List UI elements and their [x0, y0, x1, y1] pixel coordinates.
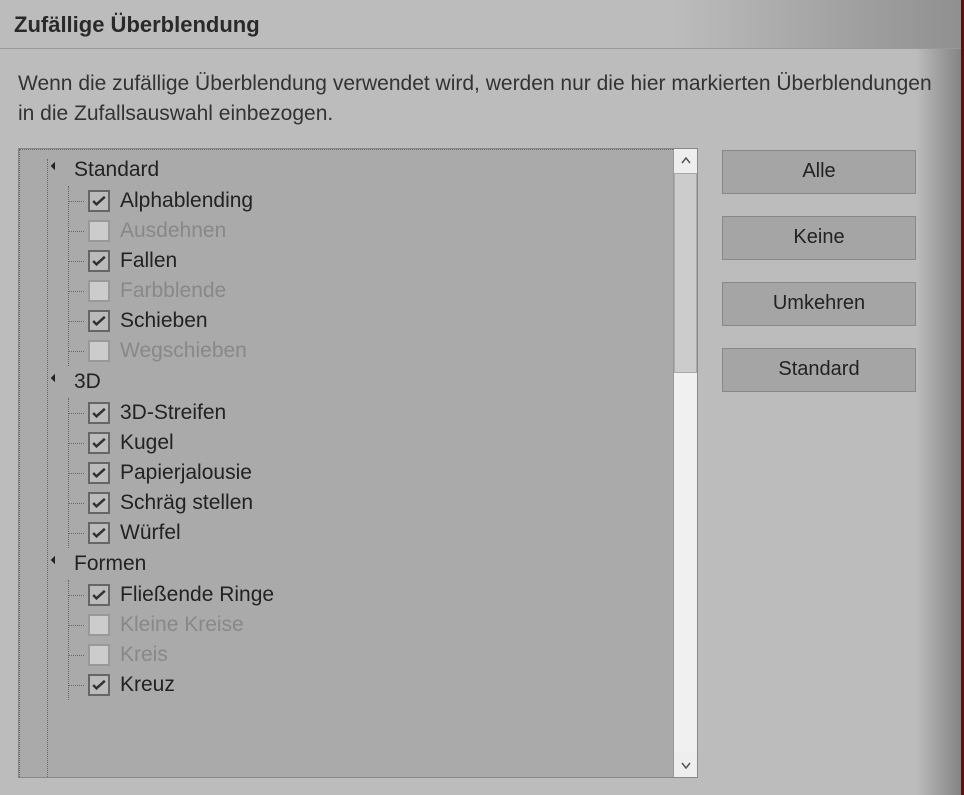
expander-icon[interactable]	[52, 559, 62, 569]
transition-tree: Standard Alphablending Ausdehnen Fallen Farb…	[18, 148, 698, 778]
group-label: Formen	[74, 552, 146, 576]
checkbox[interactable]	[88, 674, 110, 696]
item-label: Fallen	[120, 249, 177, 273]
select-all-button[interactable]: Alle	[722, 150, 916, 194]
tree-item[interactable]: Würfel	[88, 518, 673, 548]
description-text: Wenn die zufällige Überblendung verwende…	[18, 69, 943, 130]
group-label: Standard	[74, 158, 159, 182]
checkbox[interactable]	[88, 310, 110, 332]
tree-item[interactable]: 3D-Streifen	[88, 398, 673, 428]
tree-item[interactable]: Papierjalousie	[88, 458, 673, 488]
tree-item[interactable]: Schieben	[88, 306, 673, 336]
item-label: Kreis	[120, 643, 168, 667]
tree-item[interactable]: Kreuz	[88, 670, 673, 700]
invert-button[interactable]: Umkehren	[722, 282, 916, 326]
item-label: Papierjalousie	[120, 461, 252, 485]
tree-item[interactable]: Fallen	[88, 246, 673, 276]
item-label: Schräg stellen	[120, 491, 253, 515]
select-none-button[interactable]: Keine	[722, 216, 916, 260]
tree-group: Formen Fließende Ringe Kleine Kreise Kreis K…	[20, 548, 673, 700]
checkbox[interactable]	[88, 432, 110, 454]
scroll-track[interactable]	[674, 173, 697, 753]
tree-item[interactable]: Wegschieben	[88, 336, 673, 366]
tree-item[interactable]: Kreis	[88, 640, 673, 670]
checkbox[interactable]	[88, 280, 110, 302]
item-label: Würfel	[120, 521, 181, 545]
tree-item[interactable]: Fließende Ringe	[88, 580, 673, 610]
checkbox[interactable]	[88, 584, 110, 606]
scroll-up-button[interactable]	[674, 149, 697, 173]
item-label: Fließende Ringe	[120, 583, 274, 607]
tree-group: 3D 3D-Streifen Kugel Papierjalousie Schräg s…	[20, 366, 673, 548]
tree-item[interactable]: Kugel	[88, 428, 673, 458]
tree-item[interactable]: Schräg stellen	[88, 488, 673, 518]
scroll-down-button[interactable]	[674, 753, 697, 777]
item-label: Schieben	[120, 309, 208, 333]
expander-icon[interactable]	[52, 377, 62, 387]
item-label: Wegschieben	[120, 339, 247, 363]
tree-item[interactable]: Farbblende	[88, 276, 673, 306]
group-header[interactable]: Standard	[20, 154, 673, 186]
group-header[interactable]: 3D	[20, 366, 673, 398]
item-label: 3D-Streifen	[120, 401, 226, 425]
checkbox[interactable]	[88, 644, 110, 666]
checkbox[interactable]	[88, 190, 110, 212]
group-label: 3D	[74, 370, 101, 394]
checkbox[interactable]	[88, 614, 110, 636]
tree-group: Standard Alphablending Ausdehnen Fallen Farb…	[20, 154, 673, 366]
page-title: Zufällige Überblendung	[0, 0, 961, 49]
item-label: Alphablending	[120, 189, 253, 213]
item-label: Ausdehnen	[120, 219, 226, 243]
tree-item[interactable]: Ausdehnen	[88, 216, 673, 246]
checkbox[interactable]	[88, 402, 110, 424]
item-label: Kreuz	[120, 673, 175, 697]
item-label: Farbblende	[120, 279, 226, 303]
scrollbar[interactable]	[673, 149, 697, 777]
default-button[interactable]: Standard	[722, 348, 916, 392]
checkbox[interactable]	[88, 220, 110, 242]
tree-item[interactable]: Alphablending	[88, 186, 673, 216]
checkbox[interactable]	[88, 340, 110, 362]
tree-item[interactable]: Kleine Kreise	[88, 610, 673, 640]
item-label: Kleine Kreise	[120, 613, 244, 637]
item-label: Kugel	[120, 431, 174, 455]
scroll-thumb[interactable]	[674, 173, 697, 373]
checkbox[interactable]	[88, 522, 110, 544]
group-header[interactable]: Formen	[20, 548, 673, 580]
checkbox[interactable]	[88, 462, 110, 484]
expander-icon[interactable]	[52, 165, 62, 175]
checkbox[interactable]	[88, 492, 110, 514]
checkbox[interactable]	[88, 250, 110, 272]
